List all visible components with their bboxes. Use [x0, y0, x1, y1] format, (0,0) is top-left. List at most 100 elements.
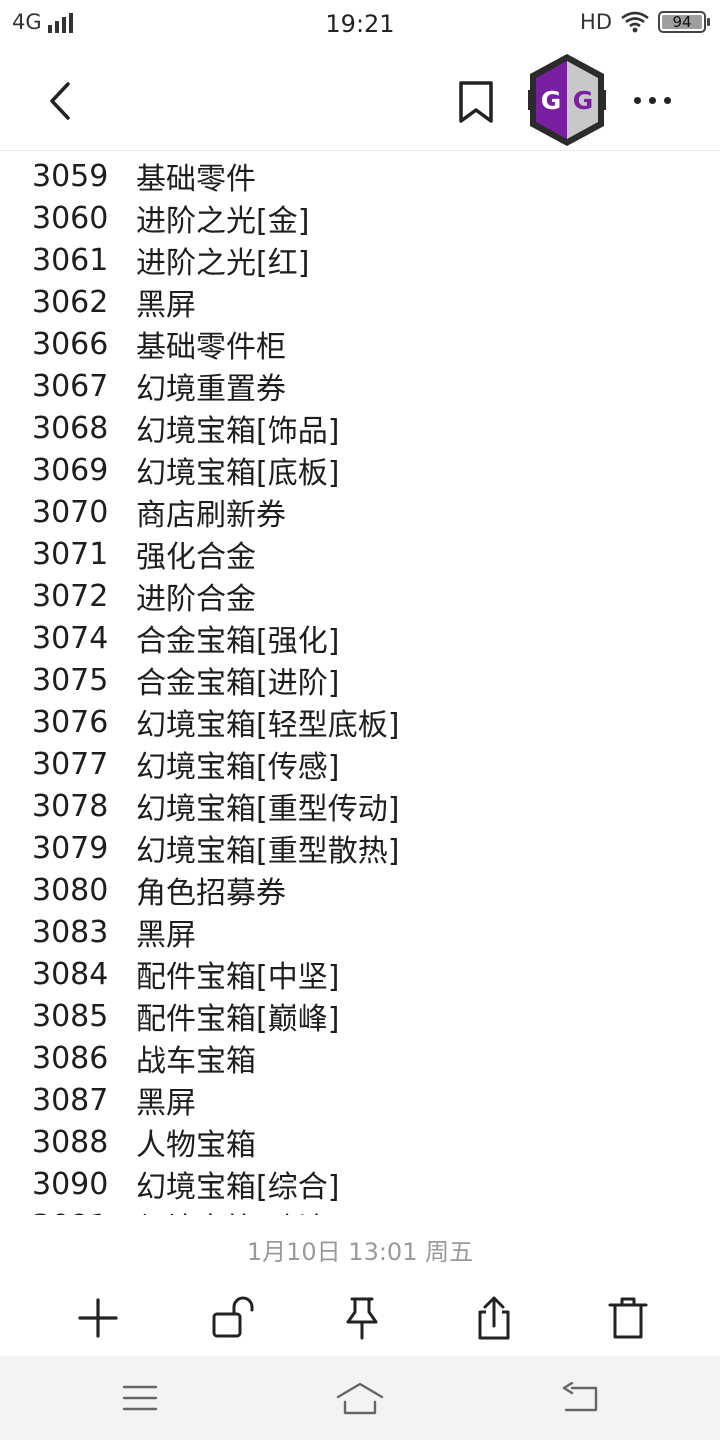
unlock-icon	[212, 1296, 254, 1338]
item-id: 3077	[32, 746, 109, 782]
lock-button[interactable]	[204, 1290, 260, 1346]
list-item: 3084 配件宝箱[中坚]	[0, 953, 720, 996]
item-id: 3088	[32, 1124, 109, 1160]
item-name: 基础零件	[136, 162, 256, 197]
item-id: 3079	[32, 830, 109, 866]
list-item: 3088 人物宝箱	[0, 1121, 720, 1164]
list-item: 3062 黑屏	[0, 281, 720, 324]
share-icon	[478, 1296, 510, 1340]
note-content[interactable]: 3059 基础零件 3060 进阶之光[金] 3061 进阶之光[红] 3062 黑屏 3066…	[0, 155, 720, 1216]
home-icon	[336, 1382, 384, 1415]
list-item: 3091幻境宝箱[喷涂]	[0, 1204, 720, 1216]
item-id: 3083	[32, 914, 109, 950]
list-item: 3076 幻境宝箱[轻型底板]	[0, 701, 720, 744]
item-name: 幻境宝箱[喷涂]	[136, 1204, 339, 1215]
list-item: 3078 幻境宝箱[重型传动]	[0, 785, 720, 828]
item-name: 战车宝箱	[136, 1044, 256, 1079]
list-item: 3074 合金宝箱[强化]	[0, 617, 720, 660]
app-header: G G	[0, 50, 720, 150]
plus-icon	[78, 1298, 118, 1338]
item-name: 幻境宝箱[重型传动]	[136, 792, 400, 827]
menu-icon	[122, 1385, 158, 1411]
wifi-icon	[621, 11, 649, 33]
list-item: 3070 商店刷新券	[0, 491, 720, 534]
logo-letter-right: G	[573, 86, 594, 115]
list-item: 3059 基础零件	[0, 155, 720, 198]
status-bar: 4G 19:21 HD 94	[0, 0, 720, 50]
list-item: 3087 黑屏	[0, 1079, 720, 1122]
list-item: 3079 幻境宝箱[重型散热]	[0, 827, 720, 870]
item-name: 人物宝箱	[136, 1128, 256, 1163]
list-item: 3071 强化合金	[0, 533, 720, 576]
list-item: 3075 合金宝箱[进阶]	[0, 659, 720, 702]
share-button[interactable]	[466, 1290, 522, 1346]
item-id: 3067	[32, 368, 109, 404]
item-name: 配件宝箱[巅峰]	[136, 1002, 340, 1037]
back-nav-icon	[562, 1382, 598, 1412]
item-name: 幻境宝箱[综合]	[136, 1170, 340, 1205]
item-id: 3062	[32, 284, 109, 320]
item-name: 黑屏	[136, 288, 196, 323]
item-name: 合金宝箱[强化]	[136, 624, 340, 659]
list-item: 3060 进阶之光[金]	[0, 197, 720, 240]
item-name: 黑屏	[136, 918, 196, 953]
item-id: 3059	[32, 158, 109, 194]
list-item: 3067 幻境重置券	[0, 365, 720, 408]
logo-letter-left: G	[541, 86, 562, 115]
bookmark-button[interactable]	[452, 78, 500, 126]
item-id: 3071	[32, 536, 109, 572]
item-name: 幻境宝箱[饰品]	[136, 414, 340, 449]
chevron-left-icon	[50, 82, 70, 120]
item-name: 幻境宝箱[底板]	[136, 456, 340, 491]
system-navigation-bar	[0, 1356, 720, 1440]
item-name: 强化合金	[136, 540, 256, 575]
trash-icon	[608, 1297, 648, 1339]
item-id: 3061	[32, 242, 109, 278]
item-id: 3074	[32, 620, 109, 656]
battery-icon: 94	[658, 11, 710, 33]
item-id: 3066	[32, 326, 109, 362]
item-id: 3078	[32, 788, 109, 824]
item-id: 3084	[32, 956, 109, 992]
item-id: 3072	[32, 578, 109, 614]
item-id: 3068	[32, 410, 109, 446]
list-item: 3077 幻境宝箱[传感]	[0, 743, 720, 786]
item-name: 进阶之光[红]	[136, 246, 310, 281]
item-name: 幻境宝箱[传感]	[136, 750, 340, 785]
list-item: 3083 黑屏	[0, 911, 720, 954]
item-id: 3060	[32, 200, 109, 236]
back-button[interactable]	[36, 76, 86, 126]
delete-button[interactable]	[600, 1290, 656, 1346]
item-id: 3085	[32, 998, 109, 1034]
item-name: 黑屏	[136, 1086, 196, 1121]
hd-indicator: HD	[580, 10, 612, 34]
item-name: 配件宝箱[中坚]	[136, 960, 340, 995]
item-name: 商店刷新券	[136, 498, 286, 533]
pin-button[interactable]	[334, 1290, 390, 1346]
gameguardian-logo[interactable]: G G	[524, 52, 610, 148]
item-id: 3076	[32, 704, 109, 740]
back-nav-button[interactable]	[550, 1374, 610, 1422]
home-button[interactable]	[330, 1374, 390, 1422]
item-name: 幻境宝箱[轻型底板]	[136, 708, 400, 743]
more-options-button[interactable]	[624, 80, 680, 120]
list-item: 3061 进阶之光[红]	[0, 239, 720, 282]
bookmark-icon	[459, 81, 493, 123]
list-item: 3066 基础零件柜	[0, 323, 720, 366]
pin-icon	[346, 1297, 378, 1340]
battery-level: 94	[672, 13, 692, 31]
item-id: 3075	[32, 662, 109, 698]
recent-apps-button[interactable]	[110, 1374, 170, 1422]
list-item: 3068 幻境宝箱[饰品]	[0, 407, 720, 450]
item-name: 进阶合金	[136, 582, 256, 617]
item-name: 幻境宝箱[重型散热]	[136, 834, 400, 869]
item-id: 3070	[32, 494, 109, 530]
item-name: 合金宝箱[进阶]	[136, 666, 340, 701]
item-id: 3086	[32, 1040, 109, 1076]
add-button[interactable]	[70, 1290, 126, 1346]
item-name: 幻境重置券	[136, 372, 286, 407]
more-dot-icon	[648, 96, 656, 104]
item-id: 3080	[32, 872, 109, 908]
item-id: 3069	[32, 452, 109, 488]
item-name: 基础零件柜	[136, 330, 286, 365]
